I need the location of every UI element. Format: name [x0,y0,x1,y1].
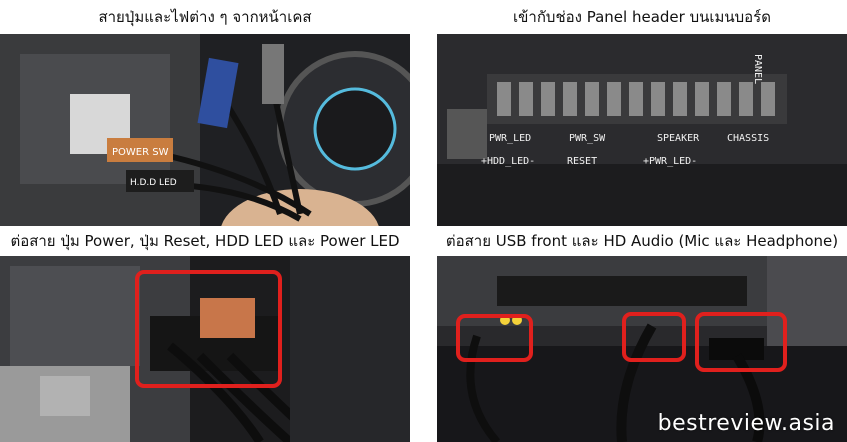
caption-panel-3: ต่อสาย ปุ่ม Power, ปุ่ม Reset, HDD LED แ… [10,232,400,250]
label-panel: PANEL [752,54,763,84]
caption-panel-2: เข้ากับช่อง Panel header บนเมนบอร์ด [513,8,771,26]
highlight-hd-audio-cable [695,312,787,372]
label-pwr-led: PWR_LED [489,133,531,144]
highlight-usb-header [456,314,533,362]
label-pwr-led-plus: +PWR_LED- [643,156,697,167]
label-pwr-sw: PWR_SW [569,133,606,144]
label-power-sw: POWER SW [112,147,169,158]
caption-panel-1: สายปุ่มและไฟต่าง ๆ จากหน้าเคส [98,8,312,26]
photo-panel-header: PANEL PWR_LED PWR_SW SPEAKER CHASSIS +HD… [437,34,847,226]
photo-front-panel-cables: POWER SW H.D.D LED [0,34,410,226]
caption-panel-4: ต่อสาย USB front และ HD Audio (Mic และ H… [445,232,839,250]
photo-front-panel-connected [0,256,410,442]
label-hdd-led-header: +HDD_LED- [481,156,535,167]
label-reset: RESET [567,156,597,167]
watermark: bestreview.asia [657,411,835,436]
label-hdd-led: H.D.D LED [130,178,177,188]
label-chassis: CHASSIS [727,133,769,144]
photo-usb-audio-connected: bestreview.asia [437,256,847,442]
label-speaker: SPEAKER [657,133,700,144]
highlight-audio-header [622,312,686,362]
highlight-front-panel-header [135,270,282,388]
